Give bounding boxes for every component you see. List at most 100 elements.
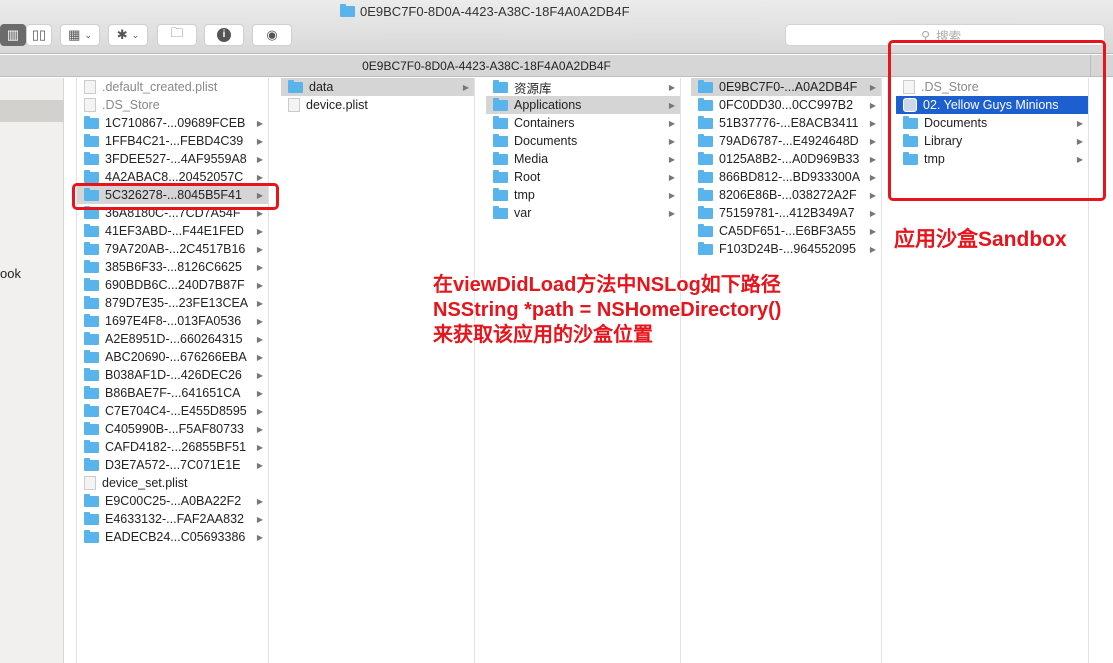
disclosure-arrow-icon: ▶ [668, 208, 675, 218]
folder-item[interactable]: Documents ▶ [486, 132, 680, 150]
folder-item[interactable]: Root ▶ [486, 168, 680, 186]
folder-icon [698, 205, 713, 219]
file-item[interactable]: .default_created.plist [77, 78, 268, 96]
folder-item[interactable]: 79A720AB-...2C4517B16 ▶ [77, 240, 268, 258]
folder-item[interactable]: D3E7A572-...7C071E1E ▶ [77, 456, 268, 474]
item-label: 879D7E35-...23FE13CEA [105, 296, 249, 310]
disclosure-arrow-icon: ▶ [668, 118, 675, 128]
folder-item[interactable]: CAFD4182-...26855BF51 ▶ [77, 438, 268, 456]
file-item[interactable]: device_set.plist [77, 474, 268, 492]
sidebar-item-label[interactable]: ook [0, 266, 21, 281]
coverflow-view-button[interactable]: ▯▯ [26, 24, 52, 46]
folder-item[interactable]: data ▶ [281, 78, 474, 96]
folder-icon [493, 205, 508, 219]
item-label: 资源库 [514, 81, 552, 96]
item-label: ABC20690-...676266EBA [105, 350, 247, 364]
file-icon [84, 80, 96, 94]
folder-item[interactable]: Containers ▶ [486, 114, 680, 132]
column-view-button[interactable]: ▥ [0, 24, 26, 46]
folder-item[interactable]: 51B37776-...E8ACB3411 ▶ [691, 114, 881, 132]
sidebar-item-selected[interactable] [0, 100, 64, 122]
folder-item[interactable]: tmp ▶ [486, 186, 680, 204]
item-label: 1FFB4C21-...FEBD4C39 [105, 134, 244, 148]
folder-item[interactable]: F103D24B-...964552095 ▶ [691, 240, 881, 258]
item-label: .DS_Store [102, 98, 160, 112]
eye-icon: ◉ [266, 27, 278, 42]
quick-look-button[interactable]: ◉ [252, 24, 292, 46]
file-item[interactable]: .DS_Store [77, 96, 268, 114]
folder-item[interactable]: 资源库 ▶ [486, 78, 680, 96]
column-3: 资源库 ▶ Applications ▶ Containers ▶ Documents ▶ Me… [486, 78, 681, 663]
folder-item[interactable]: A2E8951D-...660264315 ▶ [77, 330, 268, 348]
item-label: tmp [514, 188, 535, 202]
folder-item[interactable]: 690BDB6C...240D7B87F ▶ [77, 276, 268, 294]
item-label: Media [514, 152, 549, 166]
disclosure-arrow-icon: ▶ [256, 316, 263, 326]
folder-item[interactable]: Applications ▶ [486, 96, 680, 114]
folder-item[interactable]: 75159781-...412B349A7 ▶ [691, 204, 881, 222]
folder-item[interactable]: Media ▶ [486, 150, 680, 168]
column-2: data ▶ device.plist [281, 78, 475, 663]
folder-item[interactable]: E4633132-...FAF2AA832 ▶ [77, 510, 268, 528]
item-label: device.plist [306, 98, 368, 112]
disclosure-arrow-icon: ▶ [256, 460, 263, 470]
disclosure-arrow-icon: ▶ [869, 226, 876, 236]
item-label: .default_created.plist [102, 80, 218, 94]
folder-item[interactable]: 0FC0DD30...0CC997B2 ▶ [691, 96, 881, 114]
disclosure-arrow-icon: ▶ [869, 190, 876, 200]
folder-icon [84, 241, 99, 255]
item-label: 8206E86B-...038272A2F [719, 188, 857, 202]
get-info-button[interactable]: i [204, 24, 244, 46]
annotation-note: 在viewDidLoad方法中NSLog如下路径 NSString *path … [433, 273, 781, 348]
folder-item[interactable]: E9C00C25-...A0BA22F2 ▶ [77, 492, 268, 510]
item-label: C7E704C4-...E455D8595 [105, 404, 247, 418]
folder-item[interactable]: C405990B-...F5AF80733 ▶ [77, 420, 268, 438]
folder-item[interactable]: 385B6F33-...8126C6625 ▶ [77, 258, 268, 276]
folder-icon [84, 223, 99, 237]
folder-item[interactable]: ABC20690-...676266EBA ▶ [77, 348, 268, 366]
disclosure-arrow-icon: ▶ [869, 172, 876, 182]
item-label: Root [514, 170, 541, 184]
folder-item[interactable]: B038AF1D-...426DEC26 ▶ [77, 366, 268, 384]
file-item[interactable]: device.plist [281, 96, 474, 114]
item-label: Documents [514, 134, 578, 148]
item-label: data [309, 80, 334, 94]
folder-item[interactable]: B86BAE7F-...641651CA ▶ [77, 384, 268, 402]
folder-icon [493, 187, 508, 201]
folder-icon [84, 385, 99, 399]
disclosure-arrow-icon: ▶ [668, 154, 675, 164]
new-folder-icon: 🗀 [170, 25, 184, 40]
disclosure-arrow-icon: ▶ [256, 496, 263, 506]
disclosure-arrow-icon: ▶ [256, 514, 263, 524]
item-label: 385B6F33-...8126C6625 [105, 260, 242, 274]
folder-item[interactable]: CA5DF651-...E6BF3A55 ▶ [691, 222, 881, 240]
folder-item[interactable]: 879D7E35-...23FE13CEA ▶ [77, 294, 268, 312]
folder-item[interactable]: EADECB24...C05693386 ▶ [77, 528, 268, 546]
folder-item[interactable]: var ▶ [486, 204, 680, 222]
folder-item[interactable]: 3FDEE527-...4AF9559A8 ▶ [77, 150, 268, 168]
annotation-highlight-sandbox [888, 40, 1106, 201]
folder-item[interactable]: 1FFB4C21-...FEBD4C39 ▶ [77, 132, 268, 150]
folder-icon [493, 115, 508, 129]
action-button[interactable]: ✱ ⌄ [108, 24, 148, 46]
disclosure-arrow-icon: ▶ [869, 208, 876, 218]
folder-item[interactable]: 8206E86B-...038272A2F ▶ [691, 186, 881, 204]
folder-item[interactable]: 0E9BC7F0-...A0A2DB4F ▶ [691, 78, 881, 96]
folder-item[interactable]: 866BD812-...BD933300A ▶ [691, 168, 881, 186]
folder-item[interactable]: 1C710867-...09689FCEB ▶ [77, 114, 268, 132]
folder-item[interactable]: 1697E4F8-...013FA0536 ▶ [77, 312, 268, 330]
item-label: device_set.plist [102, 476, 188, 490]
folder-icon [698, 223, 713, 237]
new-folder-button[interactable]: 🗀 [157, 24, 197, 46]
arrange-button[interactable]: ▦ ⌄ [60, 24, 100, 46]
folder-item[interactable]: C7E704C4-...E455D8595 ▶ [77, 402, 268, 420]
disclosure-arrow-icon: ▶ [256, 244, 263, 254]
disclosure-arrow-icon: ▶ [668, 100, 675, 110]
disclosure-arrow-icon: ▶ [462, 82, 469, 92]
file-icon [84, 476, 96, 490]
folder-item[interactable]: 79AD6787-...E4924648D ▶ [691, 132, 881, 150]
folder-item[interactable]: 0125A8B2-...A0D969B33 ▶ [691, 150, 881, 168]
disclosure-arrow-icon: ▶ [869, 244, 876, 254]
folder-item[interactable]: 41EF3ABD-...F44E1FED ▶ [77, 222, 268, 240]
item-label: 3FDEE527-...4AF9559A8 [105, 152, 247, 166]
